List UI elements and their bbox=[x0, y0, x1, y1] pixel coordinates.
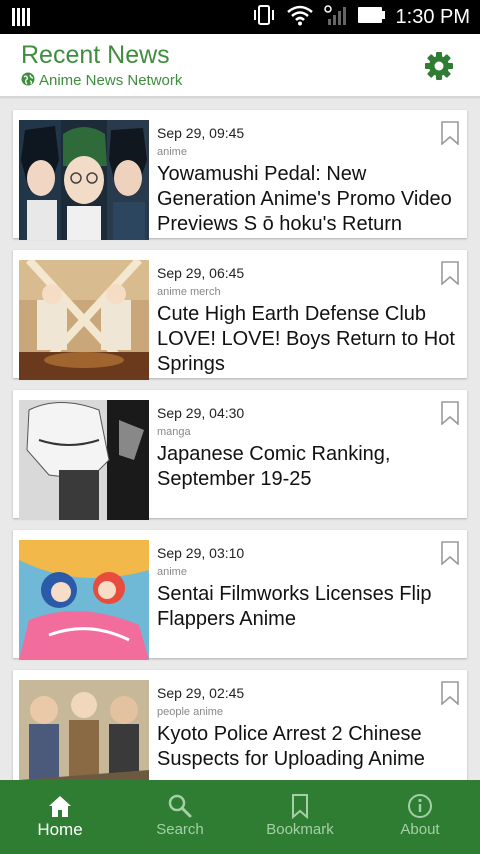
nav-home[interactable]: Home bbox=[0, 780, 120, 854]
news-date: Sep 29, 04:30 bbox=[157, 405, 245, 421]
battery-icon bbox=[357, 6, 386, 28]
source-label: Anime News Network bbox=[21, 71, 182, 90]
nav-bookmark[interactable]: Bookmark bbox=[240, 780, 360, 854]
nav-label: Search bbox=[156, 821, 204, 838]
news-thumbnail bbox=[19, 540, 149, 660]
settings-button[interactable] bbox=[424, 51, 454, 81]
news-card[interactable]: Sep 29, 09:45 anime Yowamushi Pedal: New… bbox=[13, 110, 467, 240]
bookmark-button[interactable] bbox=[441, 261, 459, 286]
news-category: anime bbox=[157, 146, 187, 158]
app-header: Recent News Anime News Network bbox=[0, 34, 480, 97]
news-date: Sep 29, 02:45 bbox=[157, 685, 245, 701]
bookmark-button[interactable] bbox=[441, 681, 459, 706]
news-title[interactable]: Sentai Filmworks Licenses Flip Flappers … bbox=[157, 582, 462, 632]
news-category: anime bbox=[157, 566, 187, 578]
nav-label: About bbox=[400, 821, 440, 838]
clock: 1:30 PM bbox=[395, 5, 470, 28]
news-list[interactable]: Sep 29, 09:45 anime Yowamushi Pedal: New… bbox=[0, 98, 480, 780]
bookmark-icon bbox=[292, 794, 308, 819]
news-category: people anime bbox=[157, 706, 224, 718]
news-card[interactable]: Sep 29, 02:45 people anime Kyoto Police … bbox=[13, 670, 467, 780]
source-name: Anime News Network bbox=[39, 72, 183, 89]
bookmark-outline-icon bbox=[441, 261, 459, 286]
news-thumbnail bbox=[19, 400, 149, 520]
news-title[interactable]: Kyoto Police Arrest 2 Chinese Suspects f… bbox=[157, 722, 462, 772]
news-card[interactable]: Sep 29, 04:30 manga Japanese Comic Ranki… bbox=[13, 390, 467, 520]
bookmark-button[interactable] bbox=[441, 541, 459, 566]
news-thumbnail bbox=[19, 120, 149, 240]
gear-icon bbox=[425, 52, 453, 80]
nav-search[interactable]: Search bbox=[120, 780, 240, 854]
news-title[interactable]: Yowamushi Pedal: New Generation Anime's … bbox=[157, 162, 462, 237]
bookmark-outline-icon bbox=[441, 541, 459, 566]
bookmark-button[interactable] bbox=[441, 401, 459, 426]
bookmark-button[interactable] bbox=[441, 121, 459, 146]
news-category: manga bbox=[157, 426, 191, 438]
wifi-icon bbox=[286, 4, 314, 30]
nav-label: Bookmark bbox=[266, 821, 334, 838]
bookmark-outline-icon bbox=[441, 121, 459, 146]
signal-icon bbox=[323, 4, 348, 30]
news-card[interactable]: Sep 29, 03:10 anime Sentai Filmworks Lic… bbox=[13, 530, 467, 660]
search-icon bbox=[168, 794, 192, 818]
page-title: Recent News bbox=[21, 41, 170, 69]
globe-icon bbox=[21, 71, 35, 90]
home-icon bbox=[49, 796, 71, 817]
info-icon bbox=[408, 794, 432, 818]
news-title[interactable]: Cute High Earth Defense Club LOVE! LOVE!… bbox=[157, 302, 462, 377]
nav-label: Home bbox=[37, 820, 83, 839]
vibrate-icon bbox=[252, 4, 276, 30]
news-card[interactable]: Sep 29, 06:45 anime merch Cute High Eart… bbox=[13, 250, 467, 380]
notification-icon bbox=[12, 8, 32, 30]
news-date: Sep 29, 09:45 bbox=[157, 125, 245, 141]
news-date: Sep 29, 06:45 bbox=[157, 265, 245, 281]
nav-about[interactable]: About bbox=[360, 780, 480, 854]
bookmark-outline-icon bbox=[441, 681, 459, 706]
news-thumbnail bbox=[19, 260, 149, 380]
bookmark-outline-icon bbox=[441, 401, 459, 426]
news-title[interactable]: Japanese Comic Ranking, September 19-25 bbox=[157, 442, 462, 492]
news-date: Sep 29, 03:10 bbox=[157, 545, 245, 561]
news-thumbnail bbox=[19, 680, 149, 780]
news-category: anime merch bbox=[157, 286, 221, 298]
status-bar: 1:30 PM bbox=[0, 0, 480, 34]
bottom-navigation: Home Search Bookmark About bbox=[0, 780, 480, 854]
